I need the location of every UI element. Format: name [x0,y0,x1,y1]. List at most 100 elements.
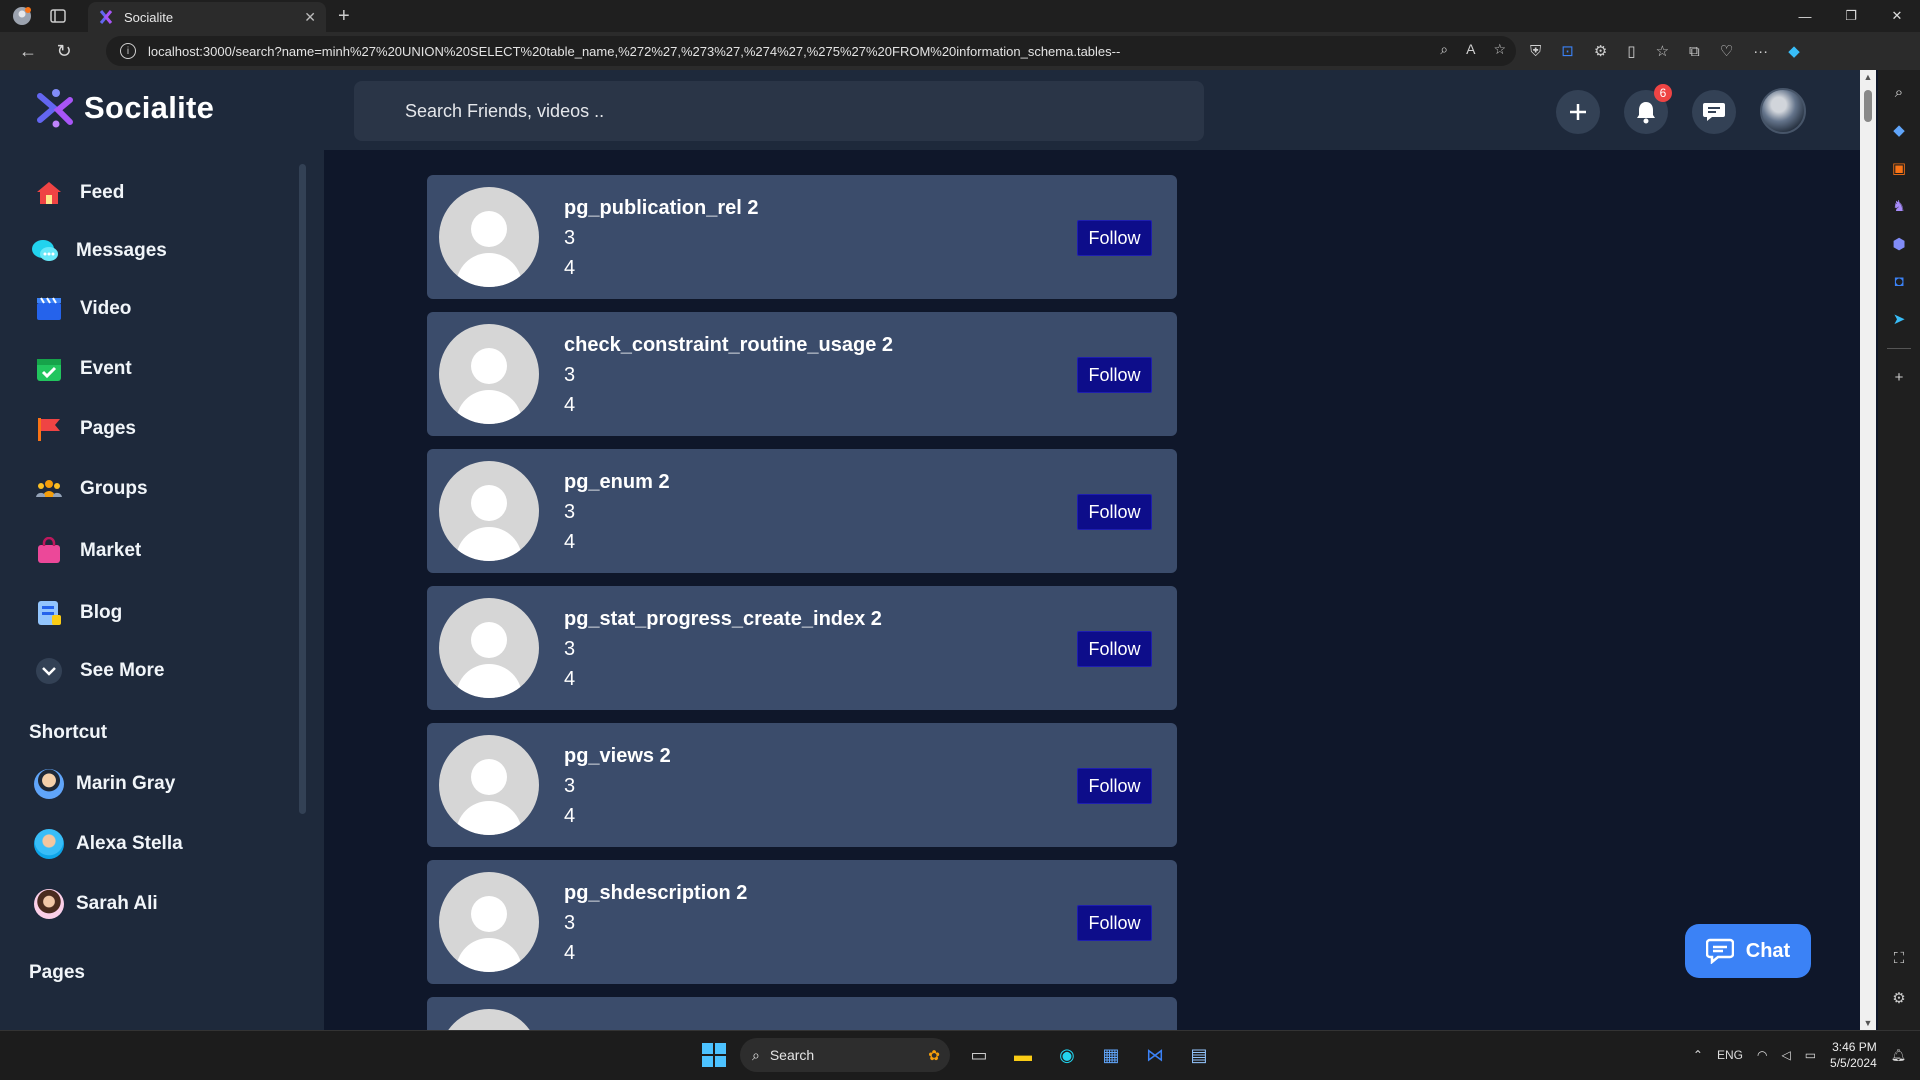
follow-button[interactable]: Follow [1077,357,1152,393]
user-avatar[interactable] [1760,88,1806,134]
volume-icon[interactable]: ◁ [1781,1048,1790,1062]
url-text[interactable]: localhost:3000/search?name=minh%27%20UNI… [148,44,1398,59]
sidebar-item-blog[interactable]: Blog [34,598,122,628]
sidebar-item-event[interactable]: Event [34,354,132,384]
vscode-icon[interactable]: ⋈ [1140,1040,1170,1070]
add-sidebar-app-icon[interactable]: + [1895,369,1904,386]
result-name[interactable]: pg_shdescription 2 [564,882,747,905]
sidebar-item-messages[interactable]: Messages [30,236,167,266]
scroll-down-arrow-icon[interactable]: ▼ [1863,1018,1873,1028]
collections-icon[interactable]: ⧉ [1689,43,1700,60]
sidebar-see-more[interactable]: See More [34,656,164,686]
follow-button[interactable]: Follow [1077,905,1152,941]
refresh-icon[interactable]: ↻ [46,32,82,70]
extensions-icon[interactable]: ⚙ [1594,42,1607,60]
battery-icon[interactable]: ▭ [1805,1048,1816,1062]
task-view-icon[interactable]: ▭ [964,1040,994,1070]
file-explorer-icon[interactable]: ▬ [1008,1040,1038,1070]
crop-extension-icon[interactable]: ⊡ [1561,42,1574,60]
more-menu-icon[interactable]: ··· [1753,43,1768,60]
result-name[interactable]: pg_enum 2 [564,471,670,494]
result-card[interactable]: pg_shdescription 2 3 4 Follow [427,860,1177,984]
taskbar-search[interactable]: ⌕ Search ✿ [740,1038,950,1072]
result-card[interactable]: pg_views 2 3 4 Follow [427,723,1177,847]
browser-tab-active[interactable]: Socialite ✕ [88,2,326,32]
back-icon[interactable]: ← [10,32,46,70]
telegram-icon[interactable]: ➤ [1893,310,1906,328]
result-name[interactable]: check_constraint_routine_usage 2 [564,334,893,357]
tab-close-icon[interactable]: ✕ [304,9,316,26]
app-name: Socialite [84,90,215,125]
notepad-icon[interactable]: ▤ [1184,1040,1214,1070]
sidebar-item-groups[interactable]: Groups [34,474,148,504]
tools-icon[interactable]: ▣ [1892,159,1906,177]
avatar [34,829,64,859]
shopping-tag-icon[interactable]: ◆ [1893,121,1905,139]
chat-button[interactable]: Chat [1685,924,1811,978]
sidebar-item-video[interactable]: Video [34,294,131,324]
follow-button[interactable]: Follow [1077,220,1152,256]
shortcut-sarah-ali[interactable]: Sarah Ali [34,889,158,919]
tray-overflow-icon[interactable]: ⌃ [1693,1048,1703,1062]
zoom-icon[interactable]: ⌕ [1440,41,1448,58]
shield-extension-icon[interactable]: ⛨ [1530,43,1541,60]
read-aloud-icon[interactable]: A [1466,41,1475,58]
microsoft-365-icon[interactable]: ⬢ [1892,235,1905,253]
scroll-thumb[interactable] [1864,90,1872,122]
favorite-star-icon[interactable]: ☆ [1493,41,1506,58]
search-icon[interactable]: ⌕ [1895,84,1903,101]
search-placeholder: Search Friends, videos .. [405,100,605,121]
address-bar[interactable]: i localhost:3000/search?name=minh%27%20U… [106,36,1516,66]
app-logo[interactable]: Socialite [36,88,214,128]
copilot-icon[interactable]: ◆ [1788,42,1800,60]
screenshot-icon[interactable]: ⛶ [1894,950,1905,967]
result-name[interactable]: pg_stat_progress_create_index 2 [564,608,882,631]
sidebar-settings-icon[interactable]: ⚙ [1892,989,1905,1007]
shortcut-marin-gray[interactable]: Marin Gray [34,769,175,799]
sidebar-scrollbar[interactable] [299,164,306,814]
result-card-partial[interactable] [427,997,1177,1030]
shortcut-title: Shortcut [29,722,108,743]
page-scrollbar[interactable]: ▲ ▼ [1860,70,1876,1030]
follow-button[interactable]: Follow [1077,631,1152,667]
result-card[interactable]: pg_publication_rel 2 3 4 Follow [427,175,1177,299]
profile-icon[interactable] [4,0,40,32]
shortcut-alexa-stella[interactable]: Alexa Stella [34,829,183,859]
split-screen-icon[interactable]: ▯ [1627,42,1635,60]
restore-icon[interactable]: ❐ [1828,0,1874,32]
games-icon[interactable]: ♞ [1892,197,1905,215]
favorites-icon[interactable]: ☆ [1656,42,1669,60]
edge-browser-icon[interactable]: ◉ [1052,1040,1082,1070]
scroll-up-arrow-icon[interactable]: ▲ [1863,72,1873,82]
search-input[interactable]: Search Friends, videos .. [354,81,1204,141]
browser-tab-bar: Socialite ✕ + — ❐ ✕ [0,0,1920,32]
new-tab-icon[interactable]: + [338,4,350,28]
notifications-button[interactable]: 6 [1624,84,1672,134]
follow-button[interactable]: Follow [1077,494,1152,530]
result-detail-line: 3 [564,501,576,523]
outlook-icon[interactable]: ◘ [1894,273,1903,290]
notification-center-icon[interactable]: 🔔︎ [1891,1048,1906,1062]
site-info-icon[interactable]: i [120,43,136,59]
messages-button[interactable] [1692,90,1736,134]
follow-button[interactable]: Follow [1077,768,1152,804]
system-clock[interactable]: 3:46 PM 5/5/2024 [1830,1039,1877,1071]
close-window-icon[interactable]: ✕ [1874,0,1920,32]
sidebar-item-feed[interactable]: Feed [34,178,124,208]
result-name[interactable]: pg_views 2 [564,745,671,768]
result-card[interactable]: pg_stat_progress_create_index 2 3 4 Follow [427,586,1177,710]
sidebar-item-pages[interactable]: Pages [34,414,136,444]
tab-actions-icon[interactable] [40,0,76,32]
minimize-icon[interactable]: — [1782,0,1828,32]
wifi-icon[interactable]: ◠ [1757,1048,1767,1062]
result-card[interactable]: check_constraint_routine_usage 2 3 4 Follow [427,312,1177,436]
browser-essentials-icon[interactable]: ♡ [1720,42,1733,60]
address-toolbar: ← ↻ i localhost:3000/search?name=minh%27… [0,32,1920,70]
start-button-icon[interactable] [702,1043,726,1067]
result-name[interactable]: pg_publication_rel 2 [564,197,758,220]
language-indicator[interactable]: ENG [1717,1048,1743,1062]
sidebar-item-market[interactable]: Market [34,536,141,566]
microsoft-store-icon[interactable]: ▦ [1096,1040,1126,1070]
create-button[interactable] [1556,90,1600,134]
result-card[interactable]: pg_enum 2 3 4 Follow [427,449,1177,573]
